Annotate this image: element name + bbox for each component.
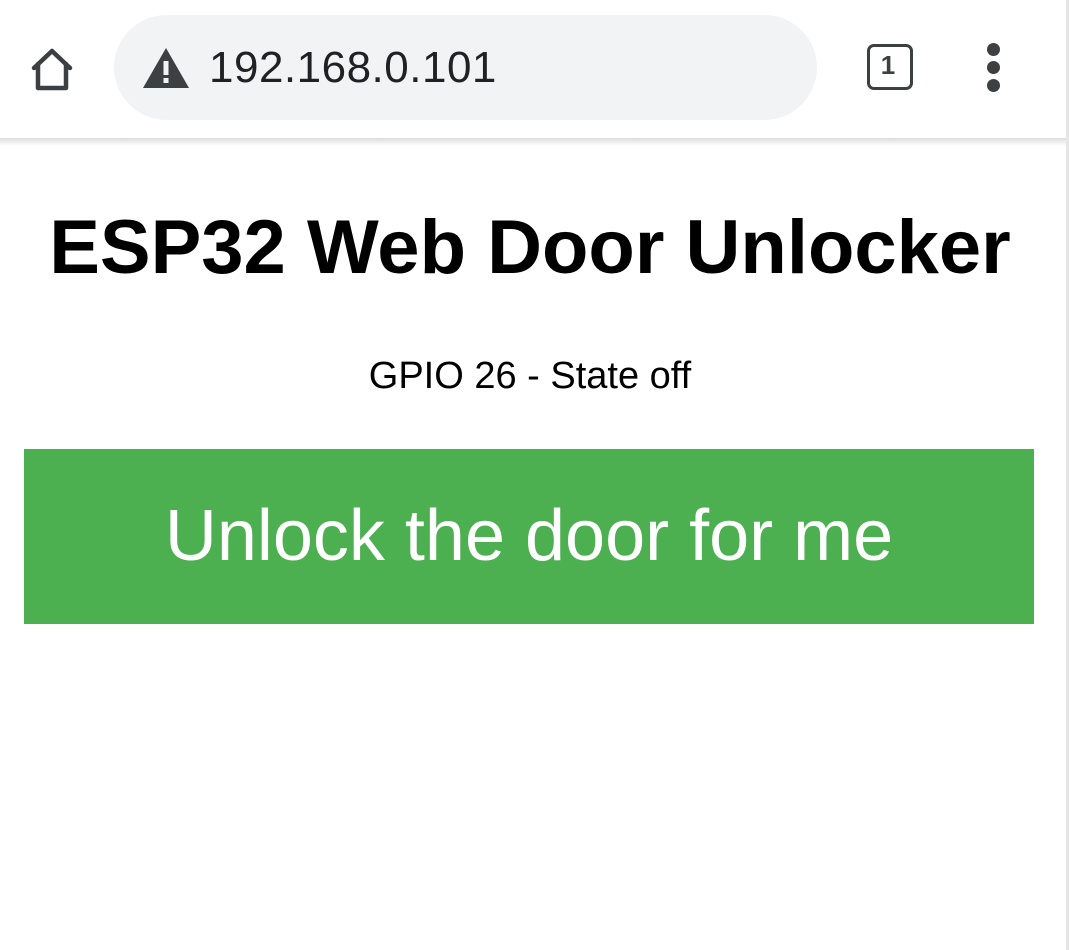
tab-switcher-button[interactable]: 1 [865,42,915,92]
browser-viewport: 192.168.0.101 1 ESP32 Web Door Unlocker … [0,0,1069,950]
gpio-state-text: GPIO 26 - State off [368,355,692,397]
page-title: ESP32 Web Door Unlocker [49,205,1011,290]
tab-count: 1 [880,50,896,80]
home-icon [31,48,73,91]
home-button[interactable] [22,40,82,98]
unlock-door-button[interactable]: Unlock the door for me [24,449,1034,624]
warning-triangle-icon[interactable] [142,47,190,89]
more-menu-button[interactable] [968,40,1020,96]
toolbar-divider [0,138,1069,146]
url-text: 192.168.0.101 [209,43,497,92]
browser-toolbar: 192.168.0.101 1 [0,0,1069,138]
address-bar[interactable]: 192.168.0.101 [114,15,817,120]
